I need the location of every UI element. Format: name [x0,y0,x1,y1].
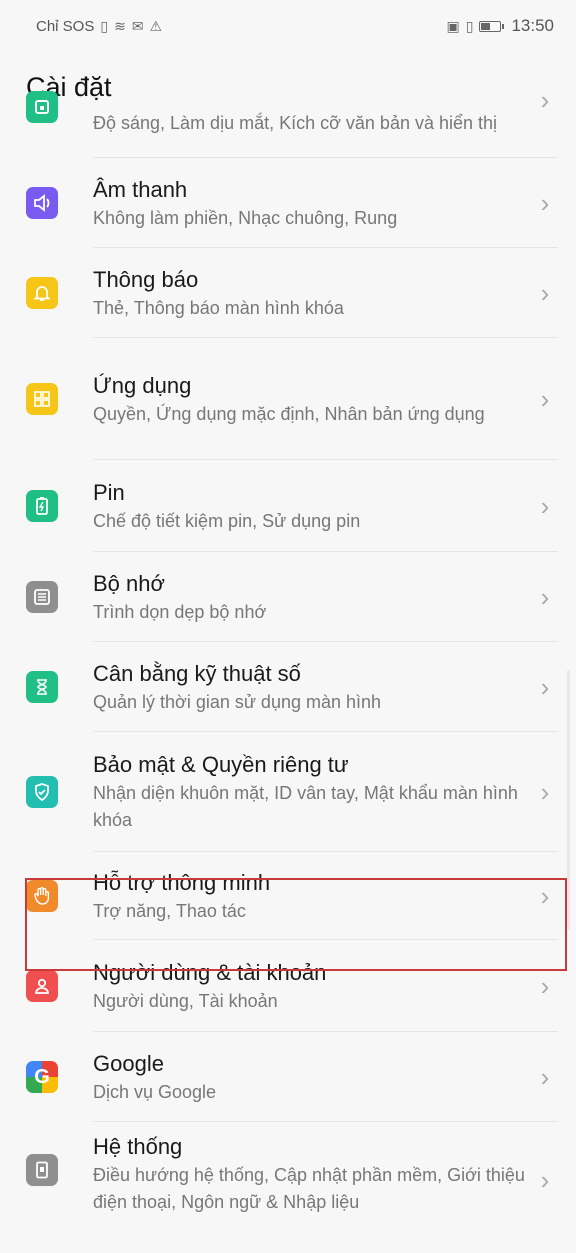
chevron-right-icon: › [540,1164,550,1195]
settings-item-smart-assistance[interactable]: Hỗ trợ thông minh Trợ năng, Thao tác › [0,852,576,940]
settings-item-title: Thông báo [93,266,199,292]
chevron-right-icon: › [540,880,550,911]
nfc-icon: ▣ [446,17,460,34]
user-icon [26,970,58,1002]
scrollbar[interactable] [567,670,570,930]
settings-item-sound[interactable]: Âm thanh Không làm phiền, Nhạc chuông, R… [0,158,576,248]
battery-icon [479,20,505,32]
settings-item-display[interactable]: Độ sáng, Làm dịu mắt, Kích cỡ văn bản và… [0,84,576,158]
sound-icon [26,187,58,219]
settings-item-texts: Người dùng & tài khoản Người dùng, Tài k… [93,958,556,1015]
vibrate-icon: ▯ [465,17,474,34]
hourglass-icon [26,671,58,703]
settings-item-texts: Cân bằng kỹ thuật số Quản lý thời gian s… [93,659,556,716]
battery-icon [26,490,58,522]
chevron-right-icon: › [540,490,550,521]
display-icon [26,91,58,123]
settings-item-title: Pin [93,479,125,505]
wifi-icon: ≋ [114,17,126,34]
settings-item-title: Google [93,1050,164,1076]
chevron-right-icon: › [540,187,550,218]
settings-item-title: Người dùng & tài khoản [93,959,327,985]
settings-item-subtitle: Chế độ tiết kiệm pin, Sử dụng pin [93,510,361,531]
settings-item-texts: Google Dịch vụ Google [93,1049,556,1106]
apps-icon [26,383,58,415]
settings-screen: Chỉ SOS ▯ ≋ ✉ ⚠ ▣ ▯ 13:50 Cài đặt Độ sán… [0,0,576,1253]
settings-item-subtitle: Trình dọn dẹp bộ nhớ [93,601,267,622]
warning-icon: ⚠ [149,17,163,34]
settings-item-subtitle: Người dùng, Tài khoản [93,990,278,1011]
settings-item-texts: Độ sáng, Làm dịu mắt, Kích cỡ văn bản và… [93,110,556,137]
settings-item-title: Bảo mật & Quyền riêng tư [93,752,349,777]
settings-item-title: Hỗ trợ thông minh [93,869,271,895]
settings-item-title: Âm thanh [93,176,188,202]
settings-item-texts: Hệ thống Điều hướng hệ thống, Cập nhật p… [93,1132,556,1216]
chevron-right-icon: › [540,383,550,414]
status-left: Chỉ SOS ▯ ≋ ✉ ⚠ [36,18,162,35]
shield-icon [26,776,58,808]
chevron-right-icon: › [540,671,550,702]
hand-icon [26,880,58,912]
settings-item-battery[interactable]: Pin Chế độ tiết kiệm pin, Sử dụng pin › [0,460,576,552]
mail-icon: ✉ [131,17,144,34]
settings-item-subtitle: Trợ năng, Thao tác [93,900,246,921]
settings-item-subtitle: Thẻ, Thông báo màn hình khóa [93,297,344,318]
settings-item-storage[interactable]: Bộ nhớ Trình dọn dẹp bộ nhớ › [0,552,576,642]
settings-item-notifications[interactable]: Thông báo Thẻ, Thông báo màn hình khóa › [0,248,576,338]
chevron-right-icon: › [540,581,550,612]
settings-item-apps[interactable]: Ứng dụng Quyền, Ứng dụng mặc định, Nhân … [0,338,576,460]
settings-item-subtitle: Không làm phiền, Nhạc chuông, Rung [93,207,398,228]
settings-item-texts: Bộ nhớ Trình dọn dẹp bộ nhớ [93,569,556,626]
settings-item-texts: Hỗ trợ thông minh Trợ năng, Thao tác [93,868,556,925]
status-bar: Chỉ SOS ▯ ≋ ✉ ⚠ ▣ ▯ 13:50 [0,0,576,52]
settings-item-google[interactable]: G Google Dịch vụ Google › [0,1032,576,1122]
settings-item-texts: Âm thanh Không làm phiền, Nhạc chuông, R… [93,175,556,232]
settings-item-title: Cân bằng kỹ thuật số [93,660,301,686]
chevron-right-icon: › [540,277,550,308]
settings-item-users-accounts[interactable]: Người dùng & tài khoản Người dùng, Tài k… [0,940,576,1032]
settings-item-digital-balance[interactable]: Cân bằng kỹ thuật số Quản lý thời gian s… [0,642,576,732]
sim-icon: ▯ [100,17,109,34]
settings-item-title: Bộ nhớ [93,570,165,596]
phone-icon [26,1154,58,1186]
chevron-right-icon: › [540,1061,550,1092]
bell-icon [26,277,58,309]
settings-item-system[interactable]: Hệ thống Điều hướng hệ thống, Cập nhật p… [0,1122,576,1238]
settings-list: Độ sáng, Làm dịu mắt, Kích cỡ văn bản và… [0,85,576,1238]
settings-item-subtitle: Quyền, Ứng dụng mặc định, Nhân bản ứng d… [93,403,485,424]
carrier-label: Chỉ SOS [36,17,95,35]
settings-item-subtitle: Độ sáng, Làm dịu mắt, Kích cỡ văn bản và… [93,112,498,133]
settings-item-title: Ứng dụng [93,372,192,398]
status-time: 13:50 [511,16,554,35]
settings-item-texts: Bảo mật & Quyền riêng tư Nhận diện khuôn… [93,750,556,834]
settings-item-title: Hệ thống [93,1134,183,1159]
status-right: ▣ ▯ 13:50 [447,16,555,36]
settings-item-texts: Thông báo Thẻ, Thông báo màn hình khóa [93,265,556,322]
settings-item-subtitle: Điều hướng hệ thống, Cập nhật phần mềm, … [93,1165,525,1212]
chevron-right-icon: › [540,84,550,115]
google-icon: G [26,1061,58,1093]
settings-item-subtitle: Dịch vụ Google [93,1081,217,1102]
settings-item-subtitle: Nhận diện khuôn mặt, ID vân tay, Mật khẩ… [93,783,518,830]
chevron-right-icon: › [540,970,550,1001]
chevron-right-icon: › [540,776,550,807]
storage-icon [26,581,58,613]
settings-item-subtitle: Quản lý thời gian sử dụng màn hình [93,691,382,712]
settings-item-texts: Pin Chế độ tiết kiệm pin, Sử dụng pin [93,478,556,535]
settings-item-security-privacy[interactable]: Bảo mật & Quyền riêng tư Nhận diện khuôn… [0,732,576,852]
settings-item-texts: Ứng dụng Quyền, Ứng dụng mặc định, Nhân … [93,371,556,428]
